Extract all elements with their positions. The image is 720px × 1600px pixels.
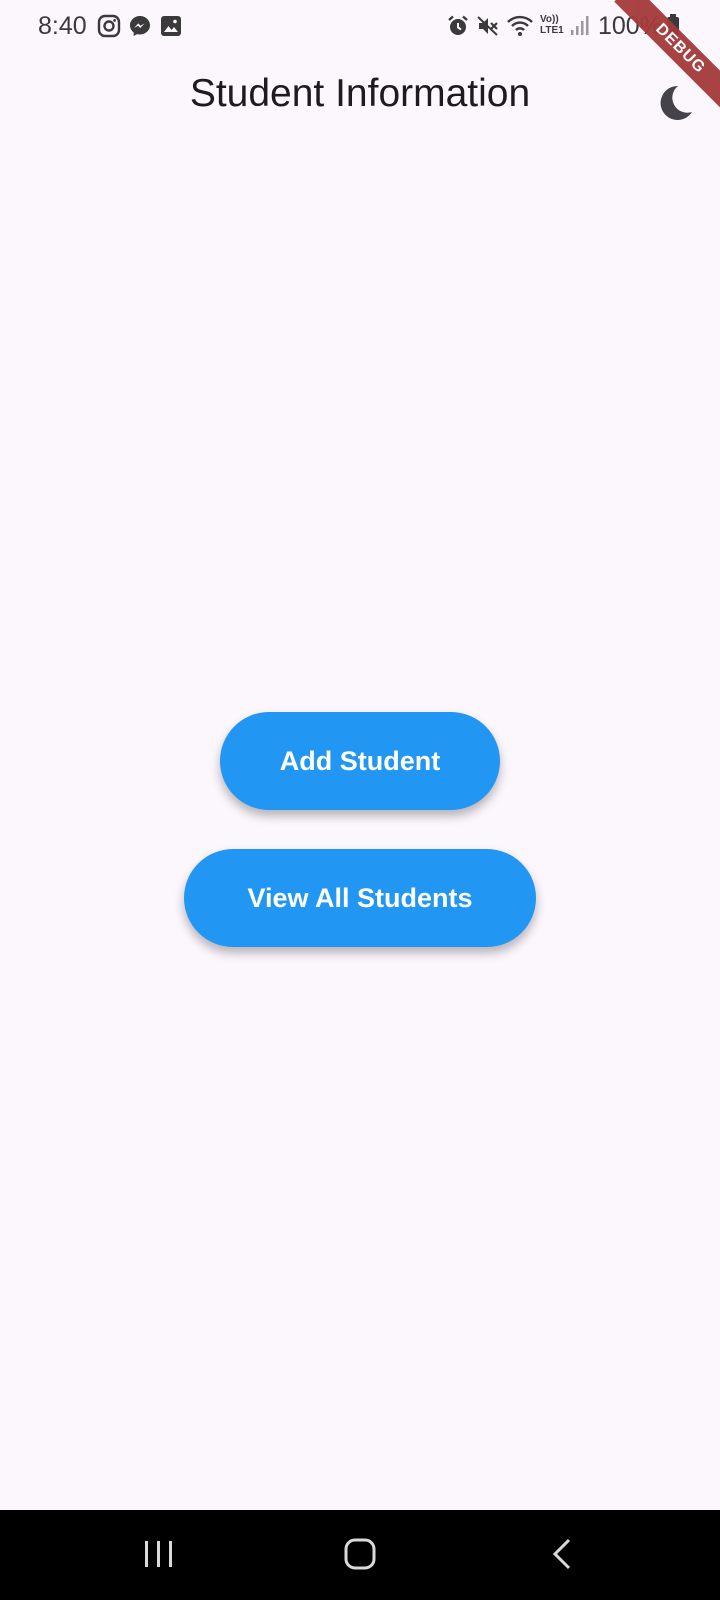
system-navigation-bar xyxy=(0,1510,720,1600)
home-icon xyxy=(340,1538,380,1577)
recent-apps-icon xyxy=(139,1541,179,1577)
wifi-icon xyxy=(506,14,534,43)
back-button[interactable] xyxy=(544,1537,584,1573)
messenger-icon xyxy=(128,14,152,43)
theme-toggle-button[interactable] xyxy=(650,78,698,126)
add-student-button[interactable]: Add Student xyxy=(220,712,500,810)
signal-icon xyxy=(570,14,590,43)
dark-mode-moon-icon xyxy=(650,85,698,130)
back-icon xyxy=(544,1538,584,1577)
mute-icon xyxy=(476,14,500,43)
recent-apps-button[interactable] xyxy=(139,1537,179,1573)
home-button[interactable] xyxy=(340,1537,380,1573)
status-bar: 8:40 Vo)) LTE1 100% xyxy=(0,0,720,52)
volte-label: Vo)) LTE1 xyxy=(540,14,564,36)
volte-icon: Vo)) LTE1 xyxy=(540,14,568,36)
app-screen: 8:40 Vo)) LTE1 100% DEBUG Student Inform… xyxy=(0,0,720,1600)
instagram-icon xyxy=(97,14,121,43)
view-all-students-button[interactable]: View All Students xyxy=(184,849,536,947)
page-title: Student Information xyxy=(189,72,531,115)
app-bar: Student Information xyxy=(0,60,720,136)
alarm-icon xyxy=(446,14,470,43)
status-time: 8:40 xyxy=(38,12,87,40)
gallery-icon xyxy=(159,14,183,43)
